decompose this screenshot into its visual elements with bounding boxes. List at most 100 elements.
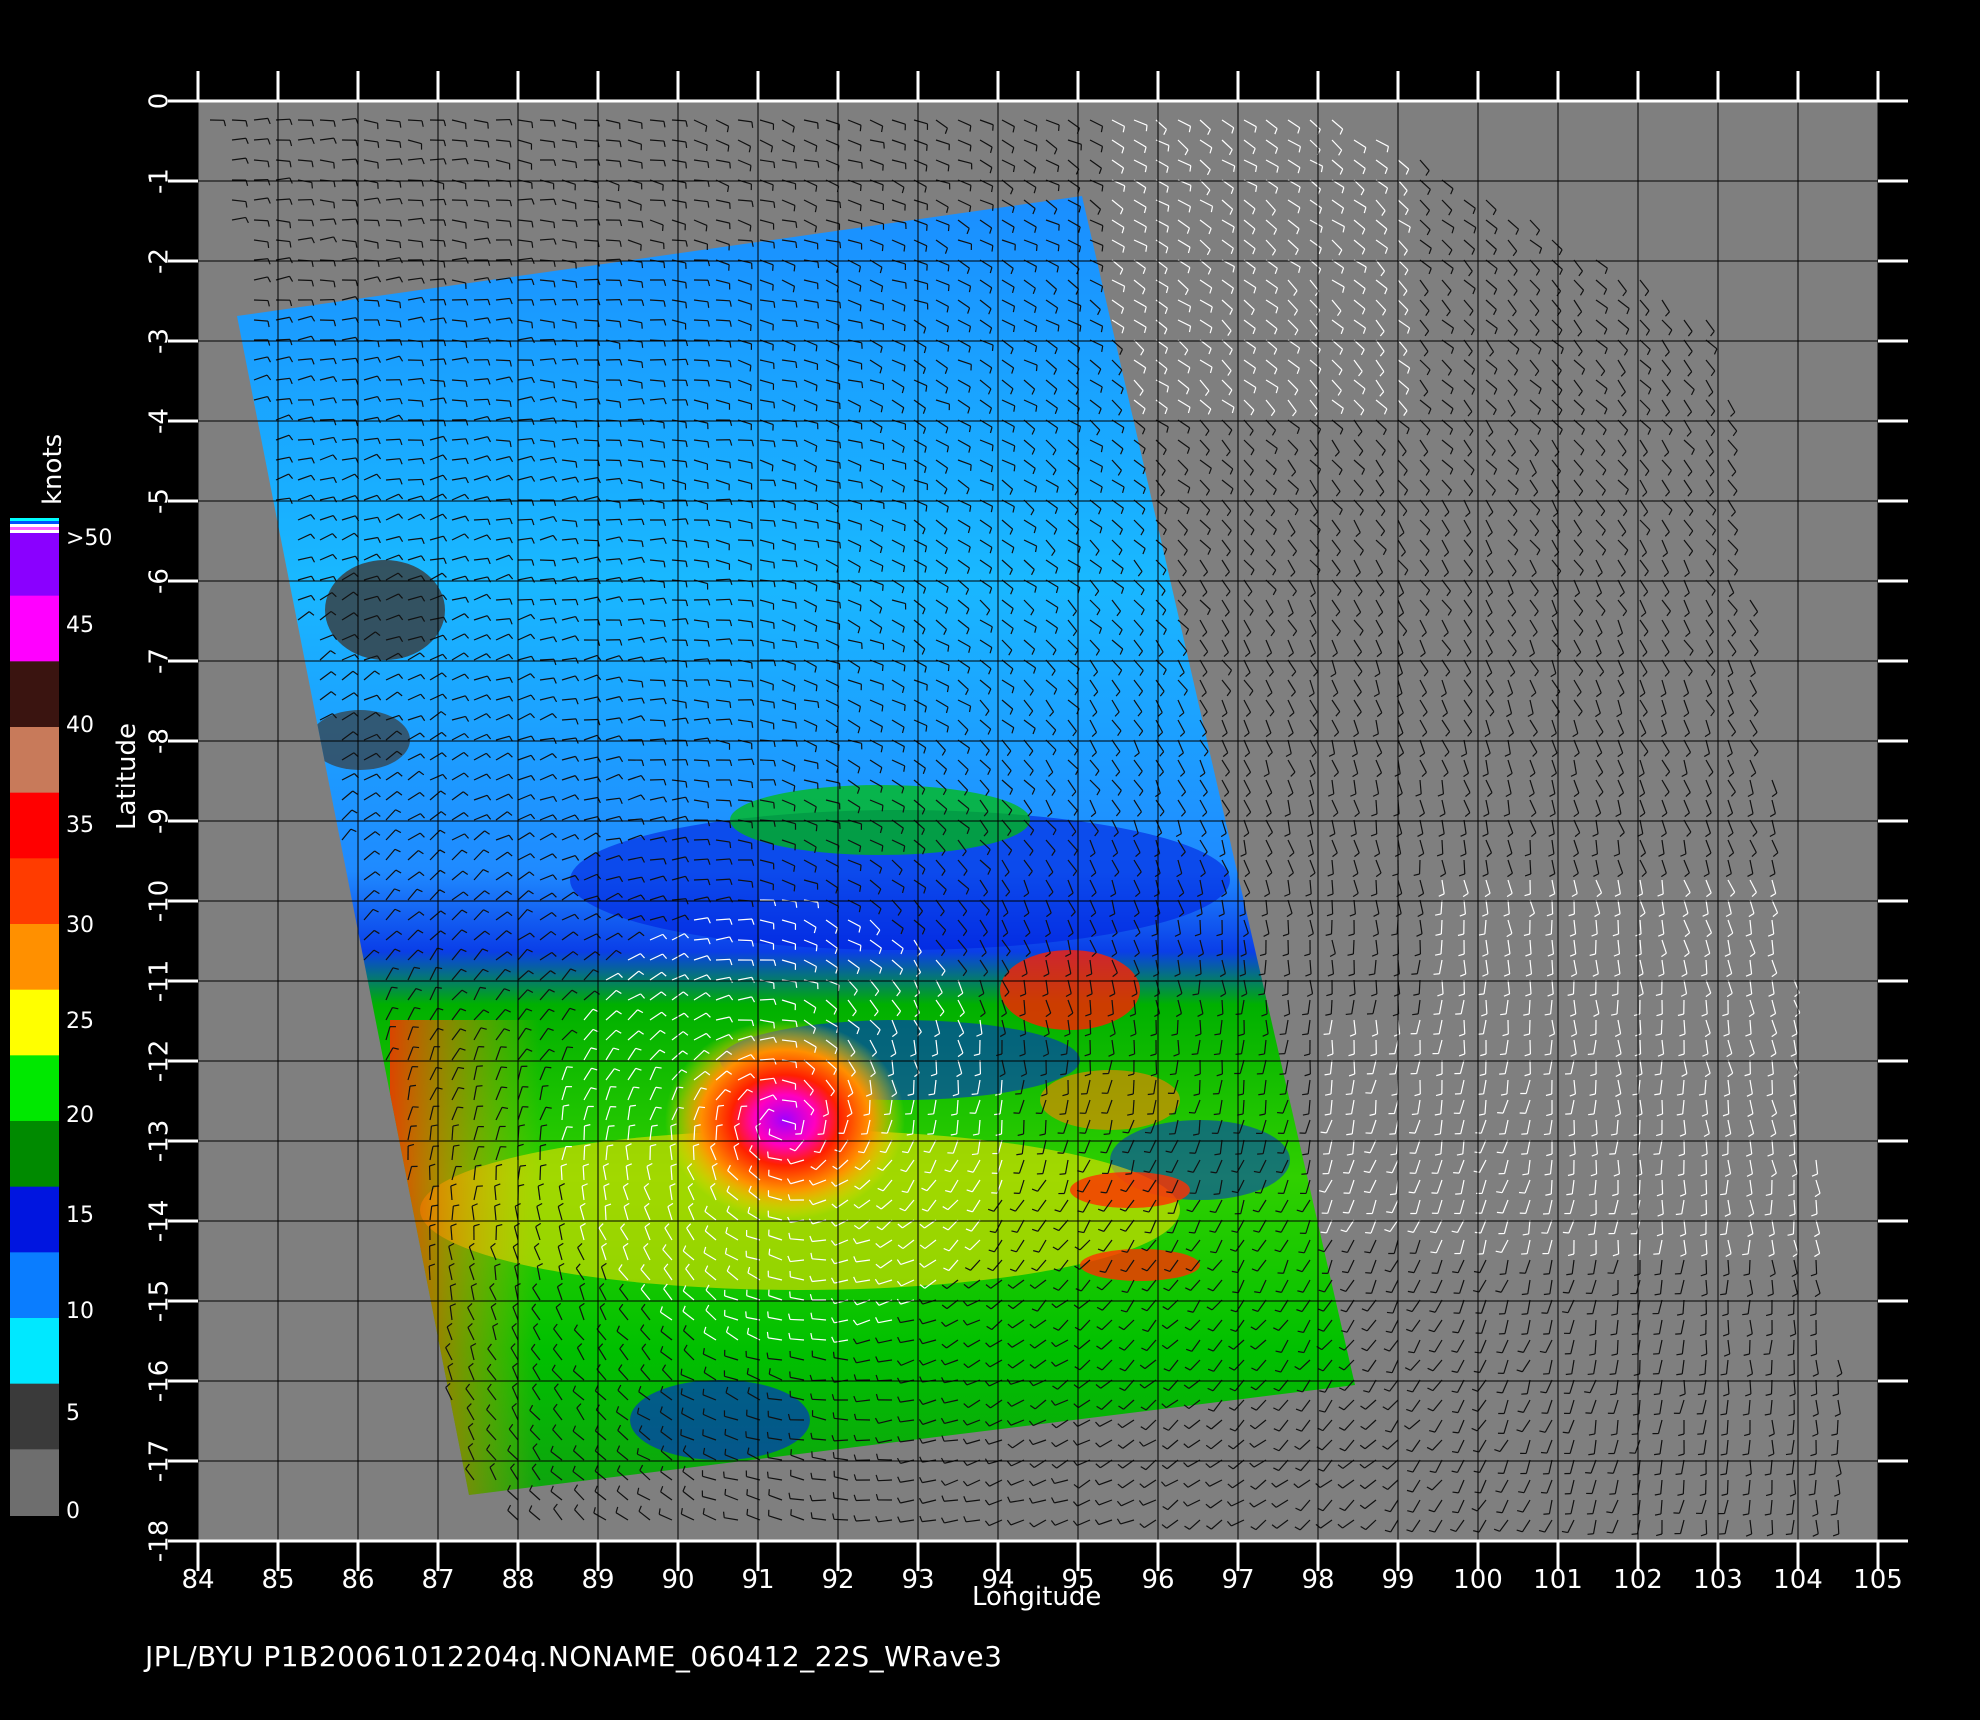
wind-barb bbox=[517, 278, 533, 281]
wind-barb-flag bbox=[707, 702, 710, 709]
dark-patch bbox=[325, 560, 445, 660]
wind-barb bbox=[693, 838, 709, 841]
dark-patch bbox=[310, 710, 410, 770]
wind-barb-flag bbox=[531, 322, 534, 329]
wind-barb-flag bbox=[861, 482, 863, 489]
wind-barb-flag bbox=[1035, 244, 1038, 252]
wind-barb-flag bbox=[575, 322, 577, 329]
wind-barb bbox=[407, 119, 423, 122]
wind-barb-flag bbox=[575, 382, 578, 389]
wind-barb-flag bbox=[663, 442, 666, 449]
wind-barb bbox=[473, 298, 489, 301]
wind-barb-flag bbox=[793, 205, 796, 212]
wind-barb-flag bbox=[859, 465, 862, 472]
wind-barb bbox=[539, 298, 555, 301]
wind-barb-flag bbox=[903, 245, 906, 252]
wind-barb-flag bbox=[815, 685, 818, 692]
wind-barb-flag bbox=[1145, 125, 1148, 132]
wind-barb-flag bbox=[1101, 245, 1104, 252]
wind-barb bbox=[649, 159, 665, 162]
wind-barb bbox=[715, 578, 731, 581]
scatterometer-wind-map: 84 85 86 87 88 89 90 91 92 93 94 95 96 97 98 99 100 101 10… bbox=[10, 71, 1908, 1595]
wind-barb-flag bbox=[925, 165, 928, 172]
wind-barb-flag bbox=[729, 841, 732, 849]
wind-barb-flag bbox=[751, 621, 754, 628]
wind-barb bbox=[407, 199, 423, 202]
wind-barb bbox=[649, 719, 665, 722]
wind-barb-flag bbox=[751, 501, 754, 509]
wind-barb-flag bbox=[861, 382, 864, 389]
wind-barb-flag bbox=[795, 241, 798, 249]
wind-barb bbox=[1375, 819, 1378, 835]
wind-barb-flag bbox=[859, 865, 862, 872]
wind-barb-flag bbox=[859, 145, 862, 152]
wind-barb bbox=[693, 639, 709, 642]
wind-barb-flag bbox=[1167, 145, 1170, 152]
wind-barb bbox=[407, 478, 423, 481]
wind-barb-flag bbox=[773, 162, 776, 169]
wind-barb bbox=[583, 298, 599, 301]
wind-barb bbox=[627, 418, 643, 421]
east-high-wind bbox=[1080, 1249, 1200, 1281]
wind-barb bbox=[1529, 859, 1532, 875]
wind-barb-flag bbox=[991, 245, 994, 252]
wind-barb-flag bbox=[881, 805, 884, 812]
wind-barb-flag bbox=[969, 185, 972, 192]
wind-barb bbox=[671, 239, 687, 242]
wind-barb-flag bbox=[773, 501, 776, 508]
wind-barb-flag bbox=[839, 302, 842, 309]
wind-barb-flag bbox=[793, 625, 796, 632]
wind-barb-flag bbox=[705, 144, 708, 151]
wind-barb-flag bbox=[859, 585, 862, 592]
wind-barb-flag bbox=[1035, 145, 1038, 152]
wind-barb bbox=[715, 498, 731, 501]
wind-barb-flag bbox=[729, 162, 731, 169]
wind-barb-flag bbox=[795, 221, 798, 228]
wind-barb-flag bbox=[817, 322, 819, 329]
wind-barb-flag bbox=[663, 581, 666, 589]
wind-barb-flag bbox=[575, 162, 578, 169]
wind-barb bbox=[429, 198, 445, 201]
wind-barb-flag bbox=[617, 185, 620, 192]
wind-barb-flag bbox=[751, 781, 754, 789]
wind-barb-flag bbox=[749, 365, 752, 372]
wind-barb-flag bbox=[793, 805, 796, 812]
wind-barb-flag bbox=[925, 725, 928, 732]
wind-barb-flag bbox=[773, 562, 775, 569]
wind-barb-flag bbox=[707, 561, 710, 568]
wind-barb-flag bbox=[333, 162, 335, 169]
wind-barb-flag bbox=[815, 585, 818, 592]
wind-barb-flag bbox=[377, 141, 380, 148]
wind-barb-flag bbox=[925, 505, 928, 512]
wind-barb-flag bbox=[707, 441, 710, 448]
wind-barb-flag bbox=[881, 705, 884, 712]
wind-barb-flag bbox=[839, 202, 842, 209]
wind-barb bbox=[583, 119, 599, 122]
wind-barb-flag bbox=[815, 345, 818, 352]
wind-barb-flag bbox=[947, 165, 950, 172]
wind-barb-flag bbox=[1057, 245, 1060, 252]
wind-barb-flag bbox=[947, 665, 950, 672]
wind-barb-flag bbox=[641, 341, 644, 348]
wind-barb-flag bbox=[815, 385, 818, 392]
east-high-wind bbox=[1040, 1070, 1180, 1130]
wind-barb bbox=[583, 718, 599, 721]
wind-barb-flag bbox=[817, 261, 820, 269]
wind-barb bbox=[517, 518, 533, 521]
wind-barb bbox=[715, 598, 731, 601]
wind-barb bbox=[715, 799, 731, 802]
wind-barb-flag bbox=[749, 165, 752, 172]
wind-barb-flag bbox=[815, 565, 818, 572]
wind-barb bbox=[231, 119, 247, 122]
wind-barb bbox=[539, 119, 555, 122]
wind-barb-flag bbox=[839, 542, 841, 549]
wind-barb-flag bbox=[882, 184, 884, 191]
wind-barb-flag bbox=[771, 465, 774, 472]
wind-barb-flag bbox=[839, 242, 842, 249]
wind-barb-flag bbox=[751, 721, 754, 728]
wind-barb bbox=[319, 259, 335, 262]
wind-barb-flag bbox=[619, 502, 622, 509]
wind-barb-flag bbox=[795, 361, 798, 368]
wind-barb-flag bbox=[815, 405, 818, 412]
wind-barb-flag bbox=[903, 524, 906, 531]
